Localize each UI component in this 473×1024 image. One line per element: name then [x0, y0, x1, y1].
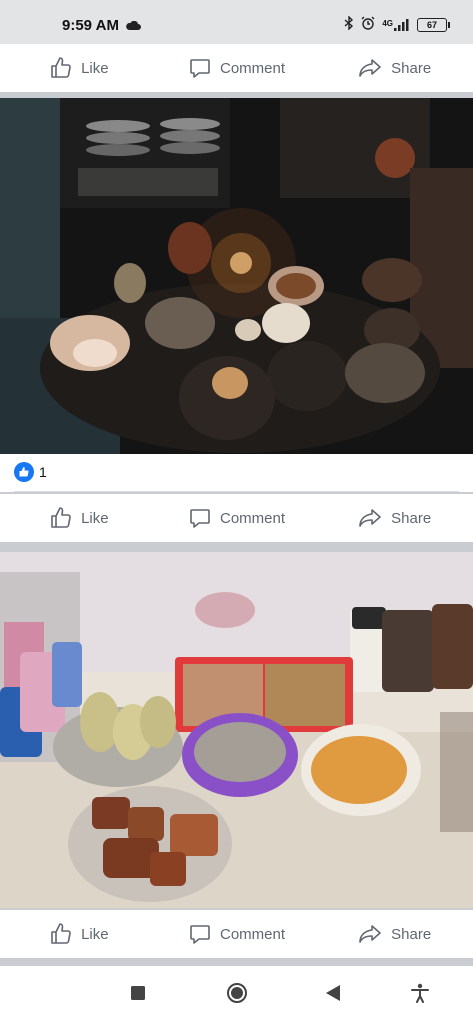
share-icon: [357, 56, 383, 80]
share-button[interactable]: Share: [315, 56, 473, 80]
share-icon: [357, 922, 383, 946]
status-icons: 4G 67: [344, 15, 450, 33]
network-label: 4G: [382, 18, 393, 28]
like-icon: [49, 506, 73, 530]
signal-icon: 4G: [382, 18, 410, 31]
post-photo-food-spread[interactable]: [0, 552, 473, 908]
status-bar: 9:59 AM 4G 67: [0, 0, 473, 44]
comment-button[interactable]: Comment: [158, 56, 316, 80]
share-button[interactable]: Share: [315, 922, 473, 946]
recent-apps-button[interactable]: [126, 983, 150, 1007]
comment-icon: [188, 922, 212, 946]
share-label: Share: [391, 59, 432, 77]
cloud-icon: [125, 18, 141, 36]
alarm-icon: [361, 16, 375, 33]
battery-indicator: 67: [417, 17, 450, 32]
like-reaction-icon[interactable]: [14, 462, 34, 482]
post-actions-1: Like Comment Share: [0, 44, 473, 92]
post-actions-3: Like Comment Share: [0, 910, 473, 958]
comment-icon: [188, 506, 212, 530]
bluetooth-icon: [344, 15, 354, 33]
comment-button[interactable]: Comment: [158, 922, 316, 946]
system-nav-bar: [0, 966, 473, 1024]
post-photo-offerings[interactable]: [0, 98, 473, 454]
back-button[interactable]: [321, 983, 345, 1007]
like-icon: [49, 922, 73, 946]
like-icon: [49, 56, 73, 80]
home-button[interactable]: [225, 982, 249, 1009]
divider: [14, 491, 459, 492]
comment-label: Comment: [219, 925, 286, 943]
like-label: Like: [81, 925, 109, 943]
like-label: Like: [81, 509, 109, 527]
reactions-row: 1: [0, 454, 473, 492]
post-actions-2: Like Comment Share: [0, 494, 473, 542]
home-circle-icon: [226, 982, 248, 1009]
photo-food-table: [0, 552, 473, 908]
stop-square-icon: [131, 985, 145, 1005]
share-label: Share: [391, 509, 432, 527]
like-button[interactable]: Like: [0, 56, 158, 80]
comment-icon: [188, 56, 212, 80]
comment-button[interactable]: Comment: [158, 506, 316, 530]
share-icon: [357, 506, 383, 530]
like-label: Like: [81, 59, 109, 77]
like-button[interactable]: Like: [0, 922, 158, 946]
reaction-count[interactable]: 1: [39, 464, 47, 480]
accessibility-icon: [411, 983, 429, 1008]
share-label: Share: [391, 925, 432, 943]
accessibility-button[interactable]: [408, 983, 432, 1007]
like-button[interactable]: Like: [0, 506, 158, 530]
back-triangle-icon: [326, 984, 340, 1006]
comment-label: Comment: [219, 59, 286, 77]
comment-label: Comment: [219, 509, 286, 527]
status-time: 9:59 AM: [62, 17, 119, 34]
photo-dark-table: [0, 98, 473, 454]
share-button[interactable]: Share: [315, 506, 473, 530]
